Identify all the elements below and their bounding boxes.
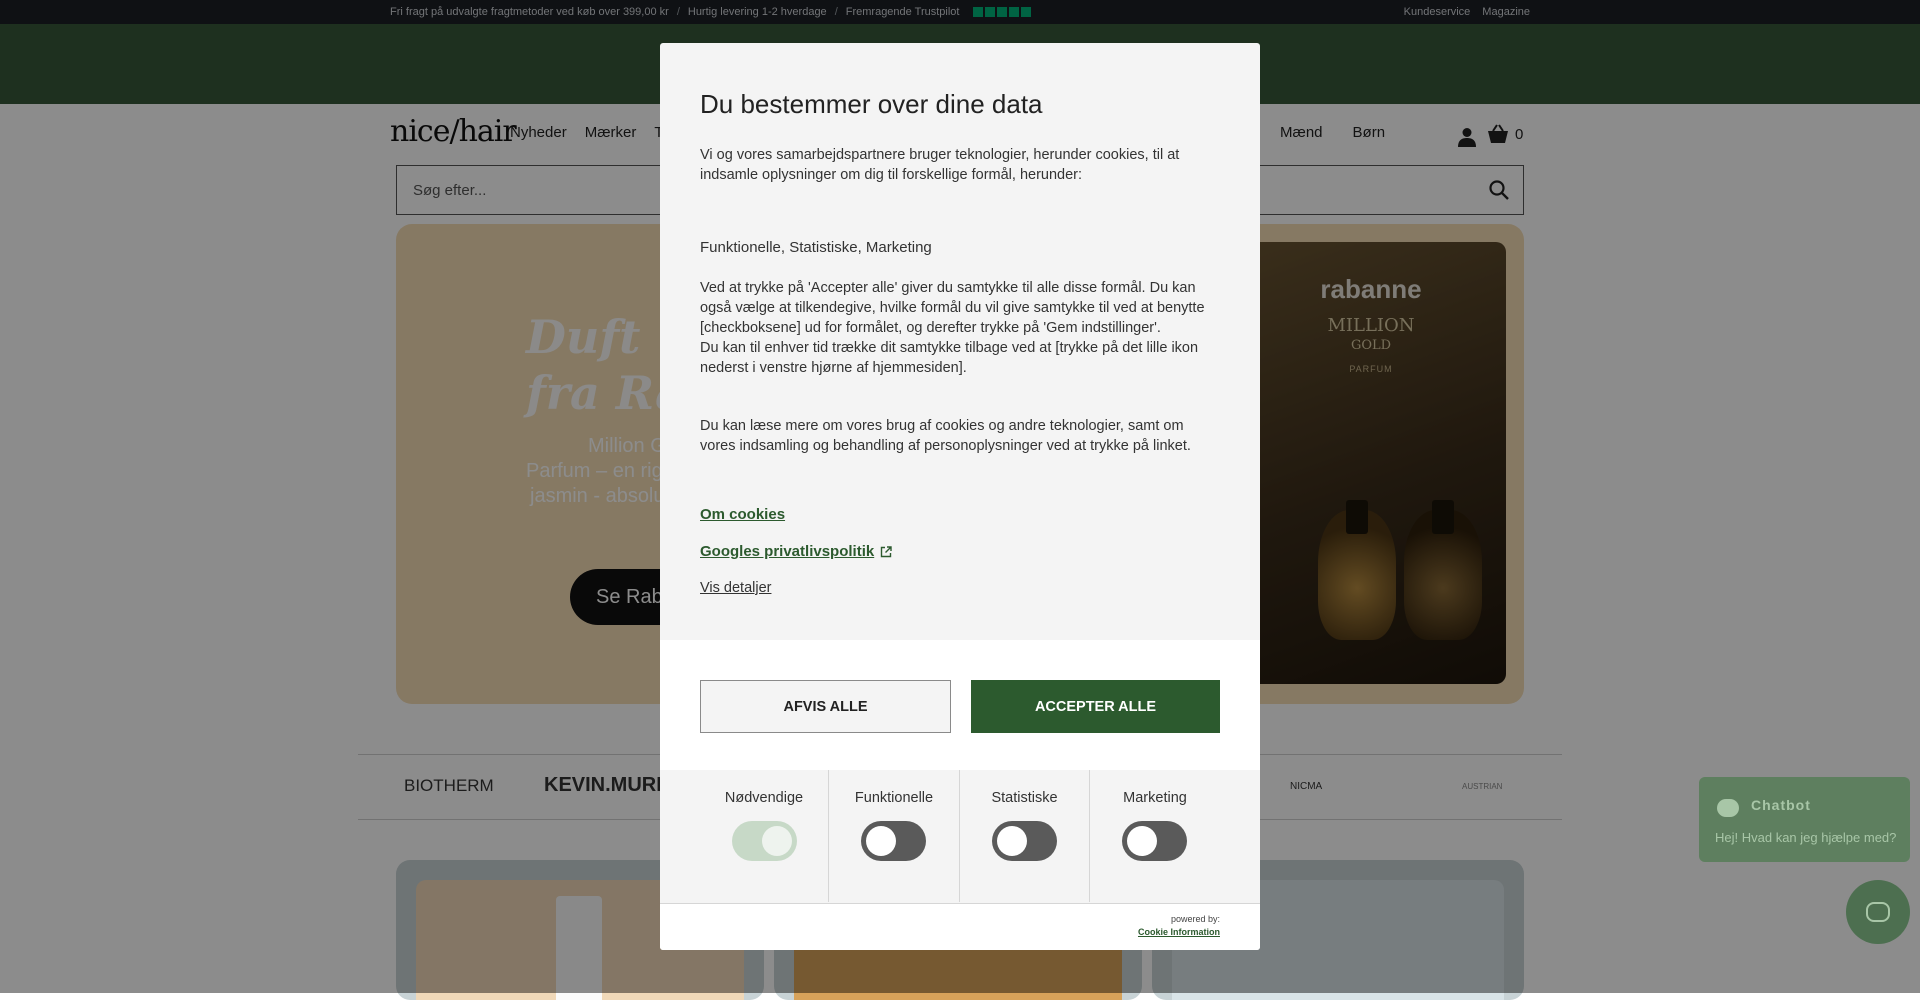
category-marketing: Marketing bbox=[1090, 770, 1220, 902]
category-label: Marketing bbox=[1123, 790, 1187, 806]
consent-intro: Vi og vores samarbejdspartnere bruger te… bbox=[700, 147, 1180, 183]
statistics-toggle[interactable] bbox=[992, 821, 1057, 861]
necessary-toggle bbox=[732, 821, 797, 861]
chatbot-popup[interactable]: Chatbot Hej! Hvad kan jeg hjælpe med? bbox=[1699, 777, 1910, 862]
cookie-information-link[interactable]: Cookie Information bbox=[1138, 927, 1220, 937]
consent-button-area: AFVIS ALLE ACCEPTER ALLE bbox=[660, 640, 1260, 770]
marketing-toggle[interactable] bbox=[1122, 821, 1187, 861]
external-link-icon bbox=[881, 545, 892, 557]
accept-all-button[interactable]: ACCEPTER ALLE bbox=[971, 680, 1220, 733]
category-label: Nødvendige bbox=[724, 790, 804, 806]
reject-all-button[interactable]: AFVIS ALLE bbox=[700, 680, 951, 733]
show-details-link[interactable]: Vis detaljer bbox=[700, 580, 771, 596]
powered-by-footer: powered by: Cookie Information bbox=[660, 903, 1260, 950]
category-label: Funktionelle bbox=[854, 790, 934, 806]
category-label: Statistiske bbox=[991, 790, 1058, 806]
google-privacy-link[interactable]: Googles privatlivspolitik bbox=[700, 543, 892, 560]
consent-explanation: Ved at trykke på 'Accepter alle' giver d… bbox=[700, 280, 1205, 336]
functional-toggle[interactable] bbox=[861, 821, 926, 861]
category-necessary: Nødvendige bbox=[700, 770, 829, 902]
chatbot-title: Chatbot bbox=[1751, 797, 1811, 813]
consent-purposes: Funktionelle, Statistiske, Marketing bbox=[700, 239, 932, 256]
consent-categories: Nødvendige Funktionelle Statistiske Mark… bbox=[660, 770, 1260, 902]
consent-withdraw-info: Du kan til enhver tid trække dit samtykk… bbox=[700, 340, 1199, 376]
consent-read-more: Du kan læse mere om vores brug af cookie… bbox=[700, 418, 1191, 454]
chatbot-launcher-button[interactable] bbox=[1846, 880, 1910, 944]
category-functional: Funktionelle bbox=[829, 770, 960, 902]
google-privacy-label: Googles privatlivspolitik bbox=[700, 543, 875, 560]
robot-icon bbox=[1866, 902, 1890, 922]
cookie-consent-dialog: Du bestemmer over dine data Vi og vores … bbox=[660, 43, 1260, 950]
category-statistics: Statistiske bbox=[960, 770, 1090, 902]
about-cookies-link[interactable]: Om cookies bbox=[700, 506, 785, 523]
about-cookies-label: Om cookies bbox=[700, 506, 786, 523]
chatbot-greeting: Hej! Hvad kan jeg hjælpe med? bbox=[1715, 830, 1897, 845]
powered-by-label: powered by: bbox=[1170, 914, 1220, 924]
consent-title: Du bestemmer over dine data bbox=[700, 89, 1043, 119]
chatbot-icon bbox=[1717, 799, 1739, 817]
